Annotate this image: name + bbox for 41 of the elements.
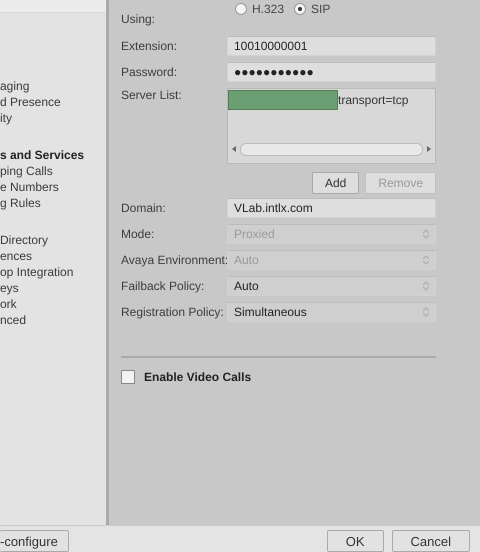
sidebar-item[interactable]: nced [0, 312, 26, 328]
field-label: Registration Policy: [121, 305, 225, 319]
sidebar-item[interactable]: eys [0, 280, 19, 296]
sidebar-item[interactable]: ork [0, 296, 17, 312]
scroll-bar[interactable] [232, 143, 431, 155]
radio-option[interactable]: SIP [294, 2, 330, 16]
server-list[interactable]: transport=tcp [227, 88, 436, 164]
add-button[interactable]: Add [312, 172, 360, 194]
input-field[interactable]: ●●●●●●●●●●● [227, 62, 436, 82]
field-label: Using: [121, 12, 156, 26]
field-label: Domain: [121, 201, 167, 215]
cancel-button[interactable]: Cancel [392, 530, 470, 552]
dropdown[interactable]: Auto [227, 276, 436, 296]
spinner-icon [423, 281, 429, 291]
field-label: Mode: [121, 227, 156, 241]
spinner-icon [423, 255, 429, 265]
field-label: Server List: [121, 88, 183, 102]
ok-button[interactable]: OK [326, 530, 384, 552]
field-label: Extension: [121, 39, 178, 53]
spinner-icon [423, 229, 429, 239]
field-label: Failback Policy: [121, 279, 206, 293]
sidebar-item[interactable]: e Numbers [0, 179, 59, 195]
field-label: Avaya Environment: [121, 253, 227, 267]
sidebar-item[interactable]: g Rules [0, 195, 41, 211]
video-checkbox[interactable]: Enable Video Calls [121, 370, 436, 384]
sidebar-item[interactable]: op Integration [0, 264, 74, 280]
sidebar-item[interactable]: d Presence [0, 94, 61, 110]
spinner-icon [423, 307, 429, 317]
sidebar-item[interactable]: s and Services [0, 147, 84, 163]
input-field[interactable]: 10010000001 [227, 36, 436, 56]
sidebar-item[interactable]: ity [0, 110, 12, 126]
dropdown[interactable]: Simultaneous [227, 302, 436, 322]
sidebar-item[interactable]: aging [0, 78, 30, 94]
sidebar-item[interactable]: ping Calls [0, 163, 53, 179]
sidebar-item[interactable]: ences [0, 248, 32, 264]
field-label: Password: [121, 65, 178, 79]
input-field[interactable]: VLab.intlx.com [227, 198, 436, 218]
radio-option[interactable]: H.323 [235, 2, 284, 16]
configure-button[interactable]: -configure [0, 530, 69, 552]
sidebar-item[interactable]: Directory [0, 232, 48, 248]
list-entry: transport=tcp [338, 93, 408, 107]
